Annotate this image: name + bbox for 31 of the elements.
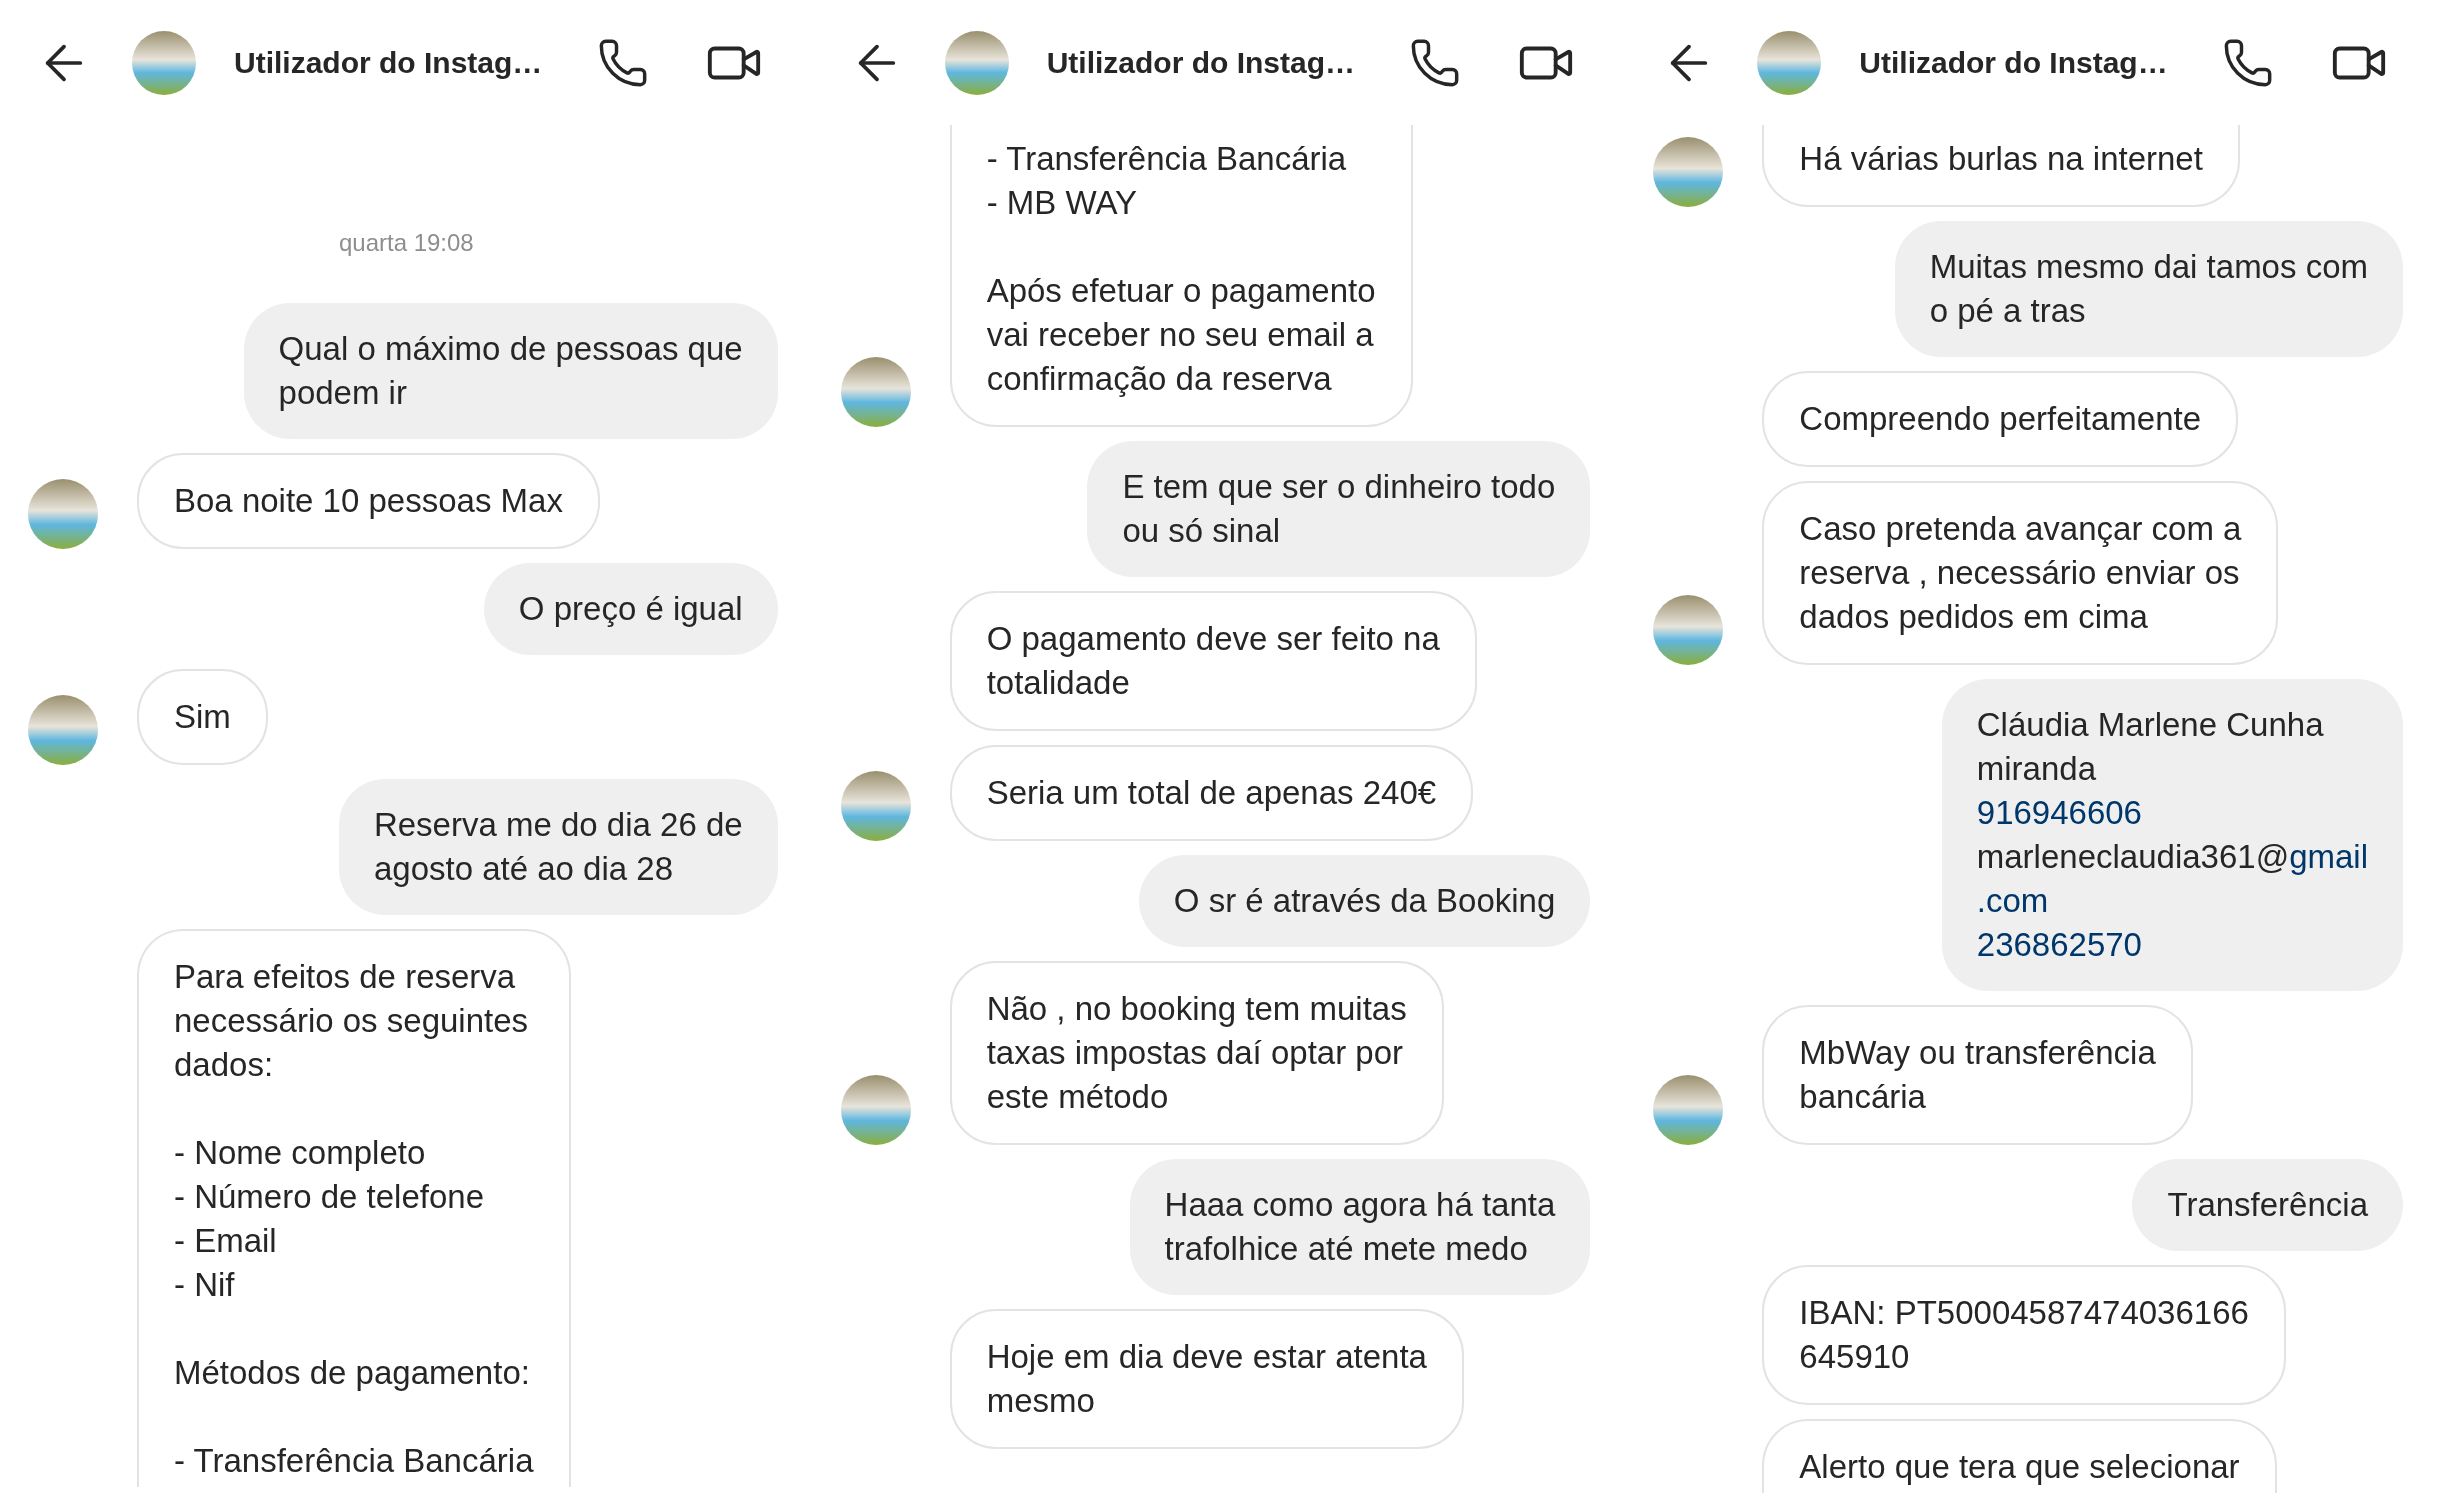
message-bubble: O preço é igual xyxy=(483,563,778,655)
contact-name[interactable]: Utilizador do Instag… xyxy=(1859,40,2168,85)
message-bubble: Sim xyxy=(137,669,268,765)
contact-name[interactable]: Utilizador do Instag… xyxy=(234,40,543,85)
link-text[interactable]: 916946606 xyxy=(1976,794,2142,831)
message-bubble: Para efeitos de reserva necessário os seguintes dados: - Nome completo - Número de telefone - Email - Nif Métodos de pagamento: - Transferência Bancária xyxy=(137,929,571,1487)
message-bubble: IBAN: PT50004587474036166 645910 xyxy=(1762,1265,2286,1405)
message-bubble: Haaa como agora há tanta trafolhice até mete medo xyxy=(1129,1159,1591,1295)
message-bubble: Muitas mesmo dai tamos com o pé a tras xyxy=(1894,221,2403,357)
message-bubble: Alerto que tera que selecionar xyxy=(1762,1419,2277,1493)
message-bubble: Boa noite 10 pessoas Max xyxy=(137,453,600,549)
message-bubble: - Transferência Bancária - MB WAY Após efetuar o pagamento vai receber no seu email a confirmação da reserva xyxy=(949,125,1413,427)
message-bubble: MbWay ou transferência bancária xyxy=(1762,1005,2193,1145)
link-text[interactable]: 236862570 xyxy=(1976,926,2142,963)
message-bubble: O pagamento deve ser feito na totalidade xyxy=(949,591,1477,731)
message-bubble: O sr é através da Booking xyxy=(1138,855,1591,947)
message-bubble: Compreendo perfeitamente xyxy=(1762,371,2239,467)
message-bubble: Reserva me do dia 26 de agosto até ao dia 28 xyxy=(338,779,778,915)
message-bubble: Há várias burlas na internet xyxy=(1762,125,2240,207)
message-bubble: Cláudia Marlene Cunha miranda 916946606 marleneclaudia361@gmail .com 236862570 xyxy=(1941,679,2403,991)
message-bubble: E tem que ser o dinheiro todo ou só sinal xyxy=(1087,441,1591,577)
link-text[interactable]: .com xyxy=(1976,882,2049,919)
message-bubble: Caso pretenda avançar com a reserva , necessário enviar os dados pedidos em cima xyxy=(1762,481,2279,665)
message-bubble: Seria um total de apenas 240€ xyxy=(949,745,1474,841)
contact-name[interactable]: Utilizador do Instag… xyxy=(1046,40,1355,85)
timestamp: quarta 19:08 xyxy=(338,228,474,258)
message-bubble: Transferência xyxy=(2132,1159,2403,1251)
link-text[interactable]: gmail xyxy=(2289,838,2368,875)
message-bubble: Qual o máximo de pessoas que podem ir xyxy=(243,303,778,439)
message-bubble: Hoje em dia deve estar atenta mesmo xyxy=(949,1309,1464,1449)
message-bubble: Não , no booking tem muitas taxas impostas daí optar por este método xyxy=(949,961,1444,1145)
